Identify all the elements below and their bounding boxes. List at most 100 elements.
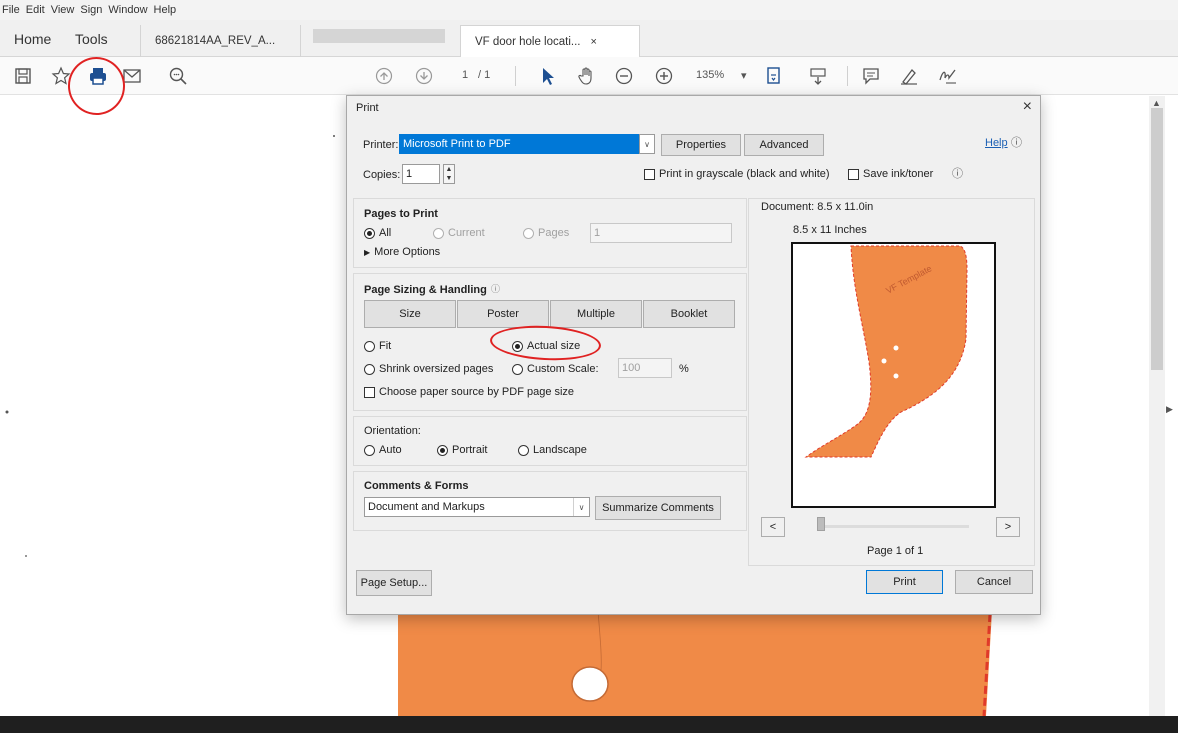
more-options-label: More Options	[374, 246, 441, 258]
page-speck	[25, 555, 27, 557]
select-cursor-icon[interactable]	[537, 65, 559, 87]
zoom-out-icon[interactable]	[613, 65, 635, 87]
menu-file[interactable]: File	[2, 4, 20, 16]
booklet-button[interactable]: Booklet	[643, 300, 735, 328]
keyboard-scroll-icon[interactable]	[807, 65, 829, 87]
preview-next-button[interactable]: >	[996, 517, 1020, 537]
page-total: / 1	[478, 69, 491, 81]
page-number-input[interactable]: 1	[462, 69, 468, 81]
grayscale-checkbox[interactable]: Print in grayscale (black and white)	[644, 168, 830, 180]
printer-select-value: Microsoft Print to PDF	[403, 138, 511, 150]
radio-current[interactable]: Current	[433, 227, 485, 239]
dialog-close-icon[interactable]: ×	[1023, 98, 1032, 116]
hand-tool-icon[interactable]	[576, 65, 598, 87]
scroll-up-arrow-icon[interactable]: ▲	[1152, 98, 1161, 108]
next-page-icon[interactable]	[413, 65, 435, 87]
menu-sign[interactable]: Sign	[80, 4, 102, 16]
cancel-button[interactable]: Cancel	[955, 570, 1033, 594]
comment-icon[interactable]	[860, 65, 882, 87]
radio-actual-size-dot	[512, 340, 523, 352]
preview-slider-track[interactable]	[819, 525, 969, 528]
printer-select[interactable]: Microsoft Print to PDF	[399, 134, 655, 154]
radio-auto[interactable]: Auto	[364, 444, 402, 456]
bookmark-star-icon[interactable]	[50, 65, 72, 87]
radio-all[interactable]: All	[364, 227, 391, 239]
page-sizing-info-icon[interactable]: ⓘ	[491, 282, 500, 295]
part-hole	[571, 666, 609, 702]
radio-landscape-label: Landscape	[533, 444, 587, 456]
summarize-comments-button[interactable]: Summarize Comments	[595, 496, 721, 520]
panel-expand-arrow-icon[interactable]: ▶	[1166, 404, 1173, 415]
save-ink-checkbox-box	[848, 168, 859, 180]
page-speck	[333, 135, 335, 137]
scrollbar-thumb[interactable]	[1151, 108, 1163, 370]
page-setup-button[interactable]: Page Setup...	[356, 570, 432, 596]
tab-home[interactable]: Home	[14, 20, 51, 57]
radio-portrait[interactable]: Portrait	[437, 444, 487, 456]
printer-label: Printer:	[363, 139, 399, 151]
menu-help[interactable]: Help	[154, 4, 177, 16]
email-icon[interactable]	[121, 65, 143, 87]
printer-dropdown-arrow-icon[interactable]: ∨	[639, 134, 655, 154]
advanced-button[interactable]: Advanced	[744, 134, 824, 156]
radio-landscape[interactable]: Landscape	[518, 444, 587, 456]
menu-view[interactable]: View	[51, 4, 75, 16]
radio-actual-size-label: Actual size	[527, 340, 581, 352]
radio-pages[interactable]: Pages	[523, 227, 569, 239]
orientation-title: Orientation:	[364, 425, 421, 437]
fit-page-icon[interactable]	[763, 65, 785, 87]
copies-label: Copies:	[363, 169, 401, 181]
save-icon[interactable]	[12, 65, 34, 87]
previous-page-icon[interactable]	[373, 65, 395, 87]
radio-fit[interactable]: Fit	[364, 340, 391, 352]
properties-button[interactable]: Properties	[661, 134, 741, 156]
copies-stepper[interactable]: ▲ ▼	[443, 164, 455, 184]
tab-document-1[interactable]: 68621814AA_REV_A...	[140, 25, 300, 57]
tab-tools[interactable]: Tools	[75, 20, 108, 57]
preview-prev-button[interactable]: <	[761, 517, 785, 537]
sign-icon[interactable]	[937, 65, 959, 87]
zoom-dropdown-arrow[interactable]: ▾	[741, 69, 747, 82]
pages-range-input[interactable]: 1	[590, 223, 732, 243]
page-speck	[5, 410, 9, 414]
menu-window[interactable]: Window	[108, 4, 147, 16]
radio-shrink-dot	[364, 363, 375, 375]
size-button[interactable]: Size	[364, 300, 456, 328]
radio-fit-dot	[364, 340, 375, 352]
bottom-bar	[0, 716, 1178, 733]
tab-document-active-label: VF door hole locati...	[475, 35, 581, 48]
custom-scale-input[interactable]: 100	[618, 358, 672, 378]
preview-slider-thumb[interactable]	[817, 517, 825, 531]
menu-edit[interactable]: Edit	[26, 4, 45, 16]
dialog-title: Print	[356, 102, 379, 114]
vertical-scrollbar[interactable]: ▲	[1149, 96, 1165, 721]
save-ink-checkbox[interactable]: Save ink/toner	[848, 168, 933, 180]
poster-button[interactable]: Poster	[457, 300, 549, 328]
save-ink-info-icon[interactable]: ⓘ	[952, 165, 963, 181]
copies-input[interactable]: 1	[402, 164, 440, 184]
radio-all-label: All	[379, 227, 392, 239]
paper-size-text: 8.5 x 11 Inches	[793, 224, 867, 236]
radio-current-label: Current	[448, 227, 485, 239]
more-options-toggle[interactable]: ▶ More Options	[364, 246, 440, 258]
tab-close-icon[interactable]: ×	[590, 36, 596, 48]
zoom-level[interactable]: 135%	[696, 69, 724, 81]
radio-shrink[interactable]: Shrink oversized pages	[364, 363, 493, 375]
print-icon[interactable]	[87, 65, 109, 87]
radio-actual-size[interactable]: Actual size	[512, 340, 580, 352]
highlight-pen-icon[interactable]	[898, 65, 920, 87]
paper-source-checkbox[interactable]: Choose paper source by PDF page size	[364, 386, 574, 398]
help-link[interactable]: Help	[985, 137, 1008, 149]
tab-document-active[interactable]: VF door hole locati... ×	[460, 25, 640, 57]
radio-custom-scale[interactable]: Custom Scale:	[512, 363, 599, 375]
help-info-icon[interactable]: ⓘ	[1011, 134, 1022, 150]
radio-landscape-dot	[518, 444, 529, 456]
pages-to-print-title: Pages to Print	[364, 208, 438, 220]
paper-source-checkbox-box	[364, 386, 375, 398]
search-icon[interactable]	[167, 65, 189, 87]
toolbar: 1 / 1 135% ▾	[0, 57, 1178, 95]
comments-select[interactable]: Document and Markups ∨	[364, 497, 590, 517]
zoom-in-icon[interactable]	[653, 65, 675, 87]
print-button[interactable]: Print	[866, 570, 943, 594]
multiple-button[interactable]: Multiple	[550, 300, 642, 328]
